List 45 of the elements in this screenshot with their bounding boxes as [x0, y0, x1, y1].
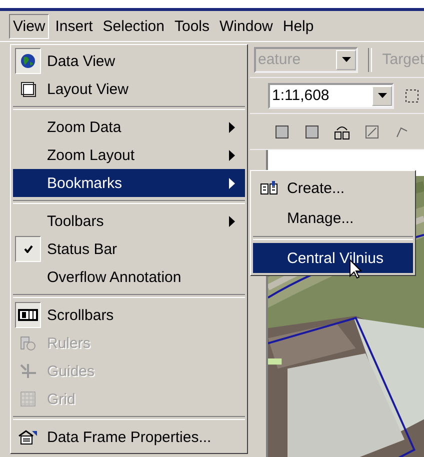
menu-item-label: Central Vilnius — [287, 250, 384, 266]
menu-bar-item[interactable]: View — [9, 14, 50, 38]
guides-icon — [19, 363, 37, 379]
menu-item-label: Data View — [47, 52, 116, 70]
dropdown-arrow-icon — [378, 93, 387, 98]
menu-item-label: Manage... — [287, 210, 355, 226]
menu-item[interactable]: Bookmarks — [13, 169, 245, 197]
menu-item-label: Status Bar — [47, 240, 118, 258]
menu-bar-item[interactable]: Help — [278, 14, 318, 38]
menu-item-label: Create... — [287, 180, 346, 196]
menu-item[interactable]: Layout View — [13, 75, 245, 103]
menu-item-label: Scrollbars — [47, 306, 115, 324]
menu-item[interactable]: Status Bar — [13, 235, 245, 263]
checkmark-icon — [24, 245, 32, 253]
menu-item[interactable]: Central Vilnius — [253, 243, 413, 273]
grid-icon — [20, 391, 36, 407]
menu-item[interactable]: Overflow Annotation — [13, 263, 245, 291]
menu-item-label: Bookmarks — [47, 174, 124, 192]
menu-item[interactable]: Toolbars — [13, 207, 245, 235]
menu-item-label: Zoom Layout — [47, 146, 136, 164]
menu-item-label: Data Frame Properties... — [47, 428, 212, 446]
menu-bar-item[interactable]: Window — [216, 14, 277, 38]
target-label: Target — [382, 51, 424, 68]
dropdown-arrow-icon — [342, 57, 351, 62]
ruler-icon — [19, 335, 37, 351]
page-icon — [20, 81, 36, 97]
menu-item[interactable]: Zoom Layout — [13, 141, 245, 169]
book-icon — [260, 181, 278, 195]
menu-item[interactable]: Scrollbars — [13, 301, 245, 329]
menu-bar-item[interactable]: Insert — [51, 14, 97, 38]
scrollbar-icon — [18, 308, 38, 322]
menu-item-label: Overflow Annotation — [47, 268, 182, 286]
menu-item-label: Zoom Data — [47, 118, 122, 136]
menu-item[interactable]: Create... — [253, 173, 413, 203]
menu-item[interactable]: Zoom Data — [13, 113, 245, 141]
menu-bar-item[interactable]: Selection — [98, 14, 168, 38]
menu-item[interactable]: Manage... — [253, 203, 413, 233]
menu-item[interactable]: Data View — [13, 47, 245, 75]
menu-bar-item[interactable]: Tools — [170, 14, 214, 38]
globe-icon — [20, 53, 36, 69]
menu-item-label: Toolbars — [47, 212, 105, 230]
menu-item[interactable]: Data Frame Properties... — [13, 423, 245, 451]
menu-item-label: Layout View — [47, 80, 130, 98]
scale-dropdown[interactable]: 1:11,608 — [268, 82, 394, 108]
properties-icon — [18, 429, 38, 445]
